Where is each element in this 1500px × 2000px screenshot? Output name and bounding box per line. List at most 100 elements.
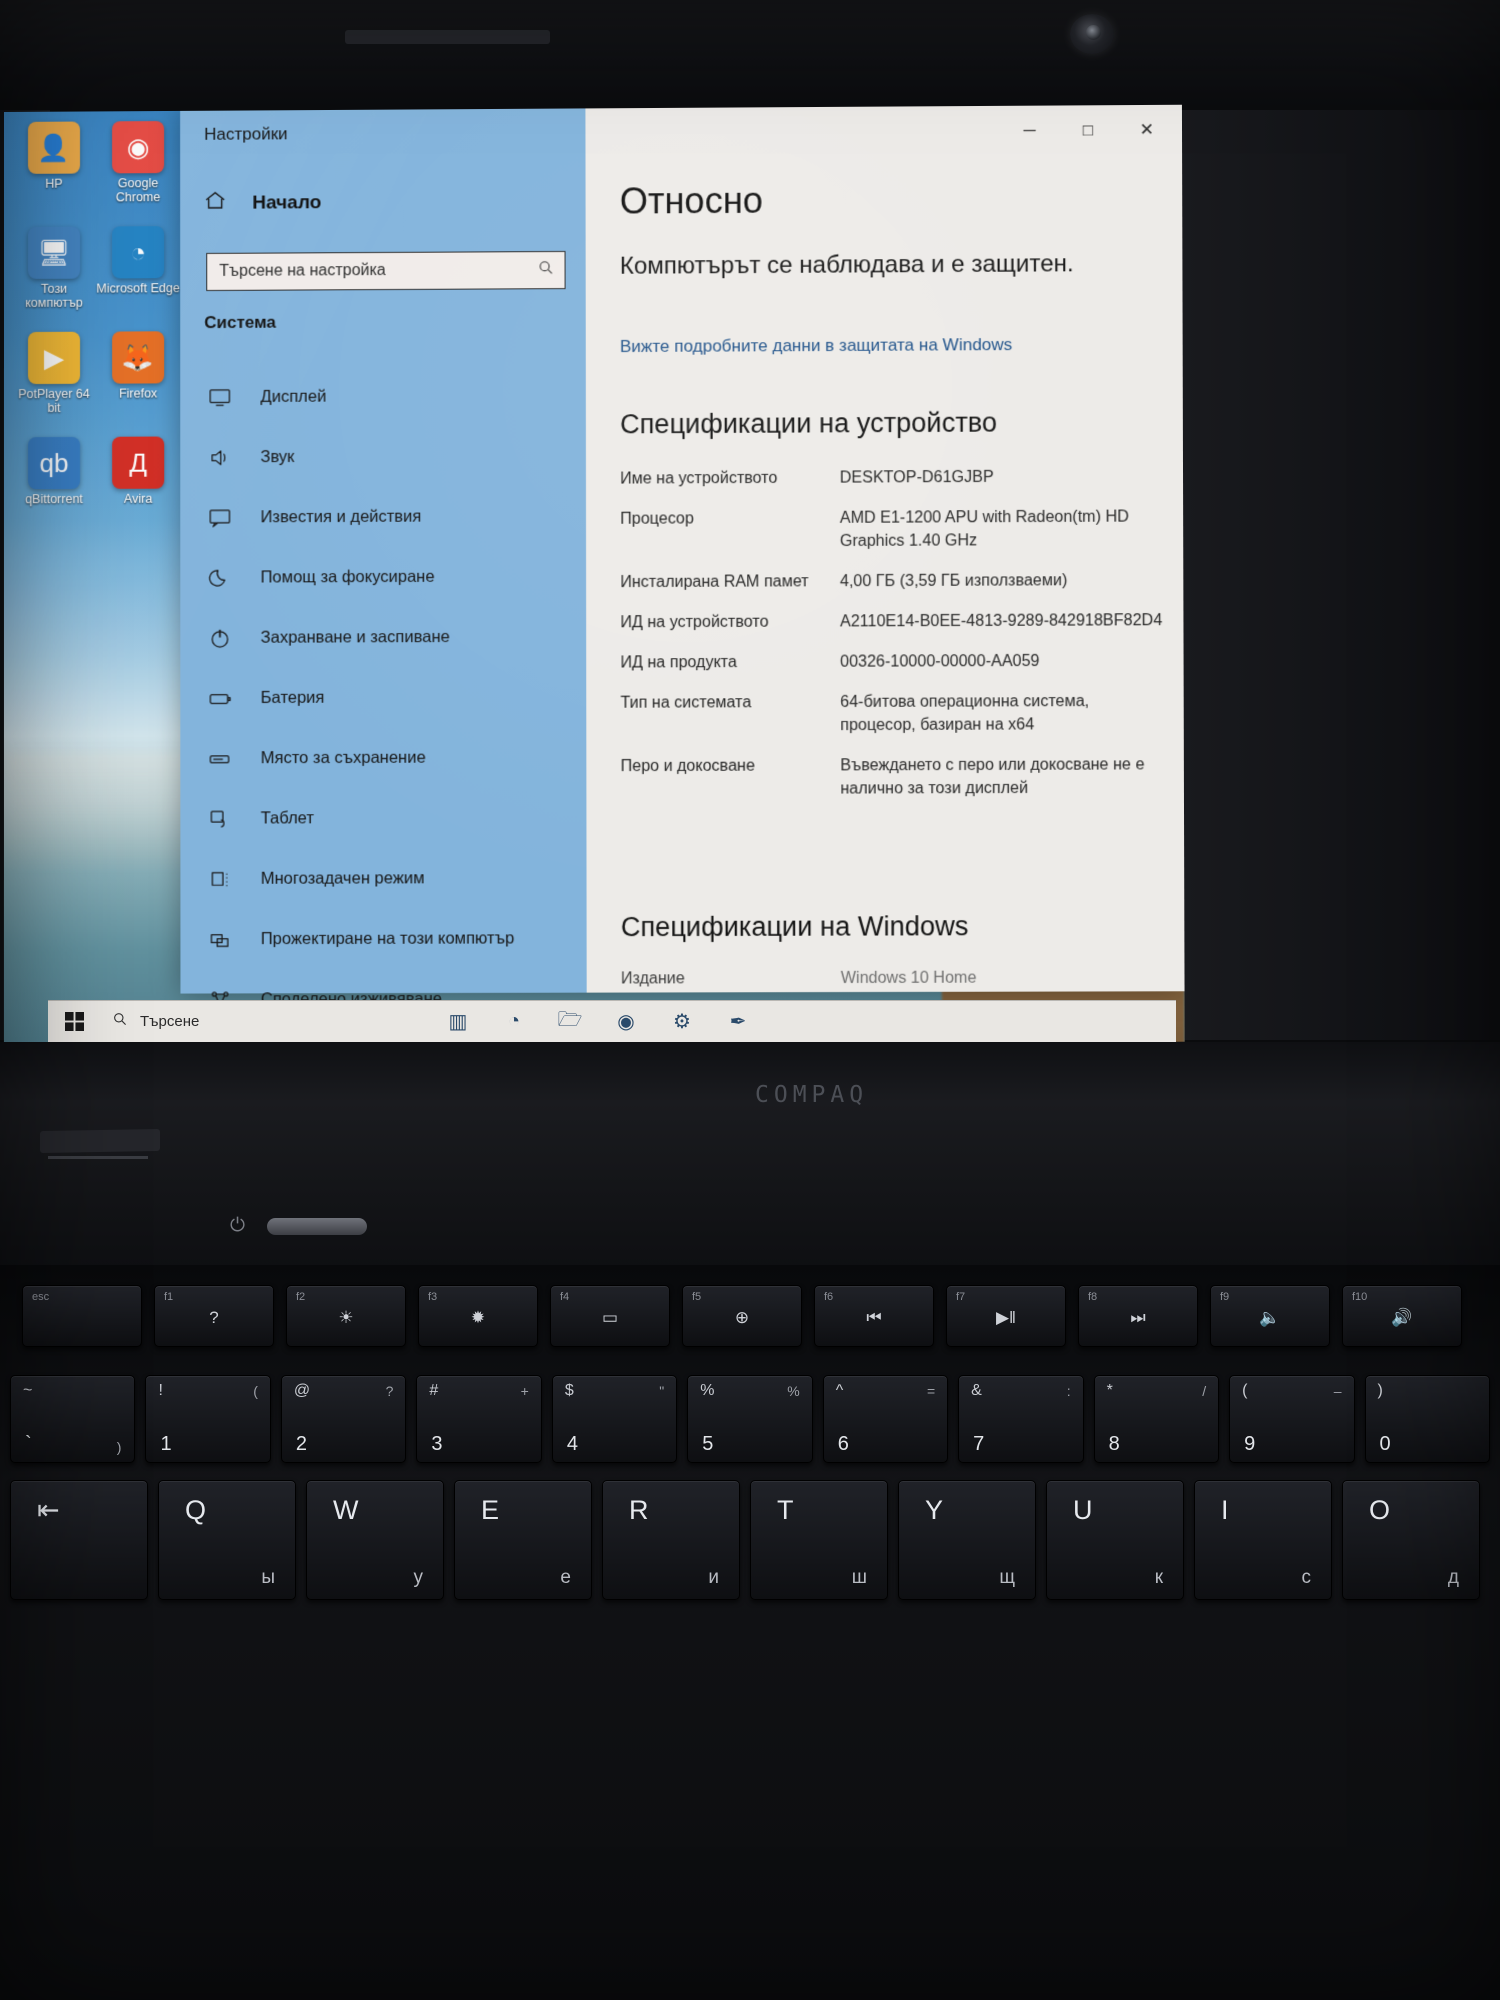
key-lower-label: ` bbox=[25, 1433, 32, 1455]
nav-item-4[interactable]: Помощ за фокусиране bbox=[200, 546, 586, 608]
firefox-icon[interactable]: ◉ bbox=[598, 1001, 654, 1043]
key-f7[interactable]: f7 ▶‖ bbox=[946, 1285, 1066, 1347]
windows-security-link[interactable]: Вижте подробните данни в защитата на Win… bbox=[620, 335, 1012, 357]
close-button[interactable]: ✕ bbox=[1117, 109, 1176, 152]
key-r[interactable]: Rи bbox=[602, 1480, 740, 1600]
deck-accent bbox=[40, 1128, 160, 1154]
key-6[interactable]: ^ 6 = bbox=[822, 1375, 949, 1463]
key-f8[interactable]: f8 ⏭ bbox=[1078, 1285, 1198, 1347]
taskbar-search[interactable]: Търсене bbox=[100, 1011, 430, 1032]
key-y[interactable]: Yщ bbox=[898, 1480, 1036, 1600]
key-9[interactable]: (9 – bbox=[1229, 1375, 1355, 1463]
app-icon: 👤 bbox=[28, 121, 81, 174]
key-⇤[interactable]: ⇤ bbox=[10, 1480, 148, 1600]
power-button[interactable] bbox=[267, 1217, 368, 1235]
key-7[interactable]: & 7: bbox=[958, 1375, 1084, 1463]
key-cyrillic-label: с bbox=[1301, 1567, 1312, 1588]
key-alt-label: ( bbox=[253, 1383, 258, 1399]
key-3[interactable]: #3 + bbox=[416, 1375, 542, 1463]
nav-item-6[interactable]: Батерия bbox=[200, 667, 586, 729]
device-spec-key: Перо и докосване bbox=[620, 757, 755, 776]
nav-item-2[interactable]: Звук bbox=[200, 425, 586, 487]
edge-icon[interactable]: ◔ bbox=[486, 1001, 542, 1043]
desktop-icon-label: qBittorrent bbox=[25, 492, 83, 507]
key-0[interactable]: ) 0 bbox=[1364, 1375, 1490, 1463]
desktop-icons: 👤 HP ◉ Google Chrome 🖥 Този компютър ◔ Microsof… bbox=[12, 121, 192, 529]
key-5[interactable]: % 5% bbox=[687, 1375, 813, 1463]
app-icon: Д bbox=[112, 436, 165, 489]
key-upper-label: $ bbox=[564, 1382, 574, 1399]
nav-item-10[interactable]: Прожектиране на този компютър bbox=[201, 908, 587, 969]
desktop-icon-7[interactable]: qb qBittorrent bbox=[12, 436, 96, 507]
key-f4[interactable]: f4 ▭ bbox=[550, 1285, 670, 1347]
key-i[interactable]: Iс bbox=[1194, 1480, 1332, 1600]
device-specs-title: Спецификации на устройство bbox=[620, 407, 998, 440]
key-f3[interactable]: f3 ✹ bbox=[418, 1285, 538, 1347]
battery-icon bbox=[206, 686, 232, 710]
focus-assist-icon bbox=[206, 566, 232, 590]
keyboard-function-row: esc f1? f2 ☀ f3 ✹ f4 ▭ f5 ⊕ f6 ⏮ f7 ▶‖ f8 ⏭ f9 🔈 f10 🔊 bbox=[0, 1285, 1500, 1347]
desktop-icon-3[interactable]: 🖥 Този компютър bbox=[12, 226, 96, 311]
windows-spec-value: Windows 10 Home bbox=[840, 969, 977, 988]
task-view-icon[interactable]: ▥ bbox=[430, 1001, 486, 1043]
key-upper-label: % bbox=[700, 1382, 715, 1399]
search-input[interactable]: Търсене на настройка bbox=[219, 261, 537, 281]
key-8[interactable]: * 8 / bbox=[1093, 1375, 1220, 1463]
app-icon[interactable]: ✒ bbox=[710, 1001, 766, 1043]
key-2[interactable]: @2? bbox=[280, 1375, 407, 1463]
storage-icon bbox=[206, 746, 232, 770]
device-spec-key: Тип на системата bbox=[620, 694, 752, 712]
key-f5[interactable]: f5 ⊕ bbox=[682, 1285, 802, 1347]
key-fn-label: f3 bbox=[428, 1291, 438, 1303]
nav-item-5[interactable]: Захранване и заспиване bbox=[200, 606, 586, 668]
desktop-icon-1[interactable]: 👤 HP bbox=[12, 121, 96, 191]
device-spec-row: Процесор AMD E1-1200 APU with Radeon(tm) … bbox=[620, 505, 1165, 554]
settings-icon[interactable]: ⚙ bbox=[654, 1001, 710, 1043]
key-q[interactable]: Qы bbox=[158, 1480, 296, 1600]
key-o[interactable]: Oд bbox=[1342, 1480, 1480, 1600]
key-latin-label: E bbox=[481, 1495, 500, 1525]
key-latin-label: R bbox=[629, 1495, 649, 1525]
keyboard-number-row: ~ `)! 1(@2? #3 + $4 "% 5% ^ 6 = & 7: * 8/(9–) 0 bbox=[0, 1375, 1500, 1463]
key-t[interactable]: Tш bbox=[750, 1480, 888, 1600]
settings-search-box[interactable]: Търсене на настройка bbox=[206, 250, 566, 292]
minimize-button[interactable]: ─ bbox=[1000, 110, 1059, 153]
key-f6[interactable]: f6 ⏮ bbox=[814, 1285, 934, 1347]
file-explorer-icon[interactable]: 🗁 bbox=[542, 1001, 598, 1043]
device-spec-value: DESKTOP-D61GJBP bbox=[839, 468, 994, 487]
key-esc[interactable]: esc bbox=[22, 1285, 142, 1347]
key-symbol: ⏭ bbox=[1130, 1308, 1146, 1327]
maximize-button[interactable]: □ bbox=[1059, 109, 1118, 152]
key-lower-label: 4 bbox=[566, 1433, 578, 1455]
nav-item-label: Батерия bbox=[260, 688, 325, 707]
taskbar-items: ▥ ◔ 🗁 ◉ ⚙ ✒ bbox=[430, 1001, 766, 1043]
nav-item-9[interactable]: Многозадачен режим bbox=[200, 848, 586, 909]
nav-item-home[interactable]: Начало bbox=[202, 188, 321, 218]
start-button[interactable] bbox=[48, 1012, 100, 1031]
key-f9[interactable]: f9 🔈 bbox=[1210, 1285, 1330, 1347]
desktop-icon-2[interactable]: ◉ Google Chrome bbox=[96, 121, 180, 205]
key-u[interactable]: Uк bbox=[1046, 1480, 1184, 1600]
power-icon[interactable]: ⏻ bbox=[230, 1215, 245, 1237]
key-f10[interactable]: f10 🔊 bbox=[1342, 1285, 1462, 1347]
nav-item-3[interactable]: Известия и действия bbox=[200, 486, 586, 548]
key-alt-label: = bbox=[926, 1383, 936, 1399]
key-e[interactable]: Eе bbox=[454, 1480, 592, 1600]
desktop-icon-4[interactable]: ◔ Microsoft Edge bbox=[96, 226, 180, 296]
nav-item-1[interactable]: Дисплей bbox=[200, 365, 586, 427]
key-1[interactable]: ! 1 ( bbox=[145, 1375, 271, 1463]
nav-item-label: Известия и действия bbox=[260, 507, 422, 526]
key-w[interactable]: Wу bbox=[306, 1480, 444, 1600]
nav-item-8[interactable]: Таблет bbox=[200, 787, 586, 848]
desktop-icon-8[interactable]: Д Avira bbox=[96, 436, 180, 506]
key-f1[interactable]: f1? bbox=[154, 1285, 274, 1347]
key-`[interactable]: ~ `) bbox=[10, 1375, 136, 1463]
key-symbol: ⏮ bbox=[866, 1308, 882, 1327]
device-spec-row: Тип на системата 64-битова операционна си… bbox=[620, 690, 1165, 738]
desktop-icon-5[interactable]: ▶ PotPlayer 64 bit bbox=[12, 331, 96, 416]
key-4[interactable]: $4 " bbox=[551, 1375, 678, 1463]
windows-spec-key: Издание bbox=[620, 970, 685, 988]
nav-item-7[interactable]: Място за съхранение bbox=[200, 727, 586, 789]
desktop-icon-6[interactable]: 🦊 Firefox bbox=[96, 331, 180, 401]
key-f2[interactable]: f2 ☀ bbox=[286, 1285, 406, 1347]
